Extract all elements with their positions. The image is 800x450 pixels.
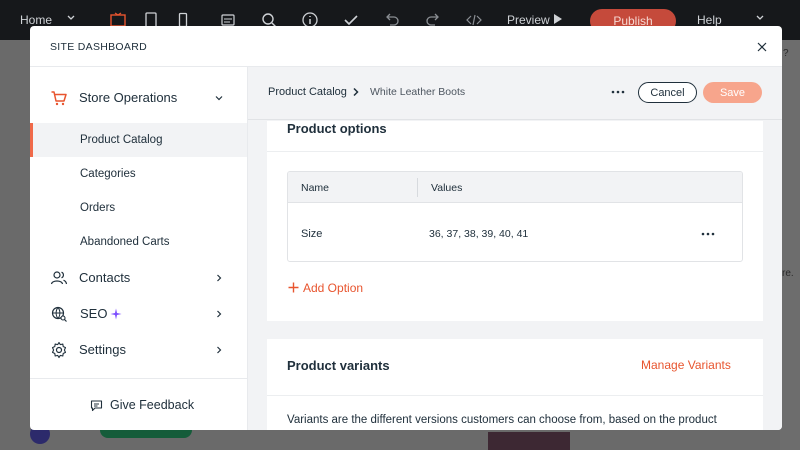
editor-right-panel-fragment: [780, 40, 800, 450]
content-header: Product Catalog White Leather Boots Canc…: [248, 67, 782, 120]
options-table: Name Values Size 36, 37, 38, 39, 40, 41: [287, 171, 743, 262]
option-name: Size: [301, 228, 323, 240]
sidebar-subitem-label: Product Catalog: [80, 134, 163, 146]
sidebar-subitem-label: Abandoned Carts: [80, 236, 170, 248]
main-content: Product Catalog White Leather Boots Canc…: [248, 67, 782, 430]
site-dashboard-modal: SITE DASHBOARD Store Operations Product …: [30, 26, 782, 430]
divider: [267, 395, 763, 396]
modal-header: SITE DASHBOARD: [30, 26, 782, 67]
cancel-button[interactable]: Cancel: [638, 82, 697, 103]
section-title: Product variants: [287, 358, 390, 373]
gear-icon: [50, 341, 68, 359]
background-help-fragment: ?: [783, 48, 789, 59]
help-menu[interactable]: Help: [697, 13, 722, 27]
sidebar-subitem-abandoned-carts[interactable]: Abandoned Carts: [30, 225, 247, 259]
section-title: Product options: [287, 121, 387, 136]
sidebar-item-label: SEO: [80, 306, 108, 321]
sidebar-item-settings[interactable]: Settings: [30, 341, 248, 359]
sidebar: Store Operations Product Catalog Categor…: [30, 67, 248, 430]
sidebar-subitem-label: Orders: [80, 202, 116, 214]
column-divider: [417, 178, 418, 197]
manage-variants-link[interactable]: Manage Variants: [641, 358, 731, 372]
preview-button[interactable]: Preview: [507, 13, 550, 27]
sidebar-item-contacts[interactable]: Contacts: [30, 269, 248, 287]
sidebar-subitem-categories[interactable]: Categories: [30, 157, 247, 191]
sidebar-item-label: Store Operations: [79, 90, 178, 105]
option-values: 36, 37, 38, 39, 40, 41: [429, 228, 529, 240]
more-actions-icon[interactable]: [700, 227, 716, 241]
chevron-right-icon: [352, 86, 362, 98]
column-header-name: Name: [301, 182, 330, 194]
variants-description: Variants are the different versions cust…: [287, 414, 717, 426]
more-actions-icon[interactable]: [610, 85, 626, 99]
background-image-fragment: [488, 432, 570, 450]
divider: [267, 151, 763, 152]
give-feedback-button[interactable]: Give Feedback: [90, 398, 194, 412]
sidebar-subitem-product-catalog[interactable]: Product Catalog: [30, 123, 247, 157]
breadcrumb-current: White Leather Boots: [370, 86, 466, 98]
breadcrumb-product-catalog[interactable]: Product Catalog: [268, 86, 347, 98]
sidebar-subitem-orders[interactable]: Orders: [30, 191, 247, 225]
add-option-label: Add Option: [303, 281, 364, 295]
cart-icon: [50, 89, 68, 107]
people-icon: [50, 269, 68, 287]
sidebar-item-store-operations[interactable]: Store Operations: [30, 89, 248, 107]
column-header-values: Values: [431, 182, 463, 194]
plus-icon: [288, 282, 299, 295]
chevron-down-icon: [213, 92, 225, 104]
home-menu[interactable]: Home: [20, 13, 52, 27]
table-row[interactable]: Size 36, 37, 38, 39, 40, 41: [288, 203, 742, 261]
sidebar-item-label: Settings: [79, 342, 126, 357]
give-feedback-label: Give Feedback: [110, 398, 195, 412]
chevron-right-icon: [213, 308, 225, 320]
product-options-card: Product options Name Values Size 36, 37,…: [267, 121, 763, 321]
table-header: Name Values: [288, 172, 742, 203]
product-variants-card: Product variants Manage Variants Variant…: [267, 339, 763, 430]
sidebar-divider: [30, 378, 247, 379]
add-option-button[interactable]: Add Option: [288, 281, 363, 295]
modal-title: SITE DASHBOARD: [50, 41, 147, 53]
close-icon[interactable]: [754, 39, 770, 55]
globe-search-icon: [50, 305, 68, 323]
sidebar-item-label: Contacts: [79, 270, 131, 285]
chevron-right-icon: [213, 272, 225, 284]
sidebar-item-seo[interactable]: SEO: [30, 305, 248, 323]
background-text-fragment: re.: [782, 268, 794, 279]
save-button[interactable]: Save: [703, 82, 762, 103]
comment-icon: [90, 398, 104, 412]
chevron-right-icon: [213, 344, 225, 356]
sidebar-subitem-label: Categories: [80, 168, 136, 180]
sparkle-icon: [110, 307, 122, 320]
